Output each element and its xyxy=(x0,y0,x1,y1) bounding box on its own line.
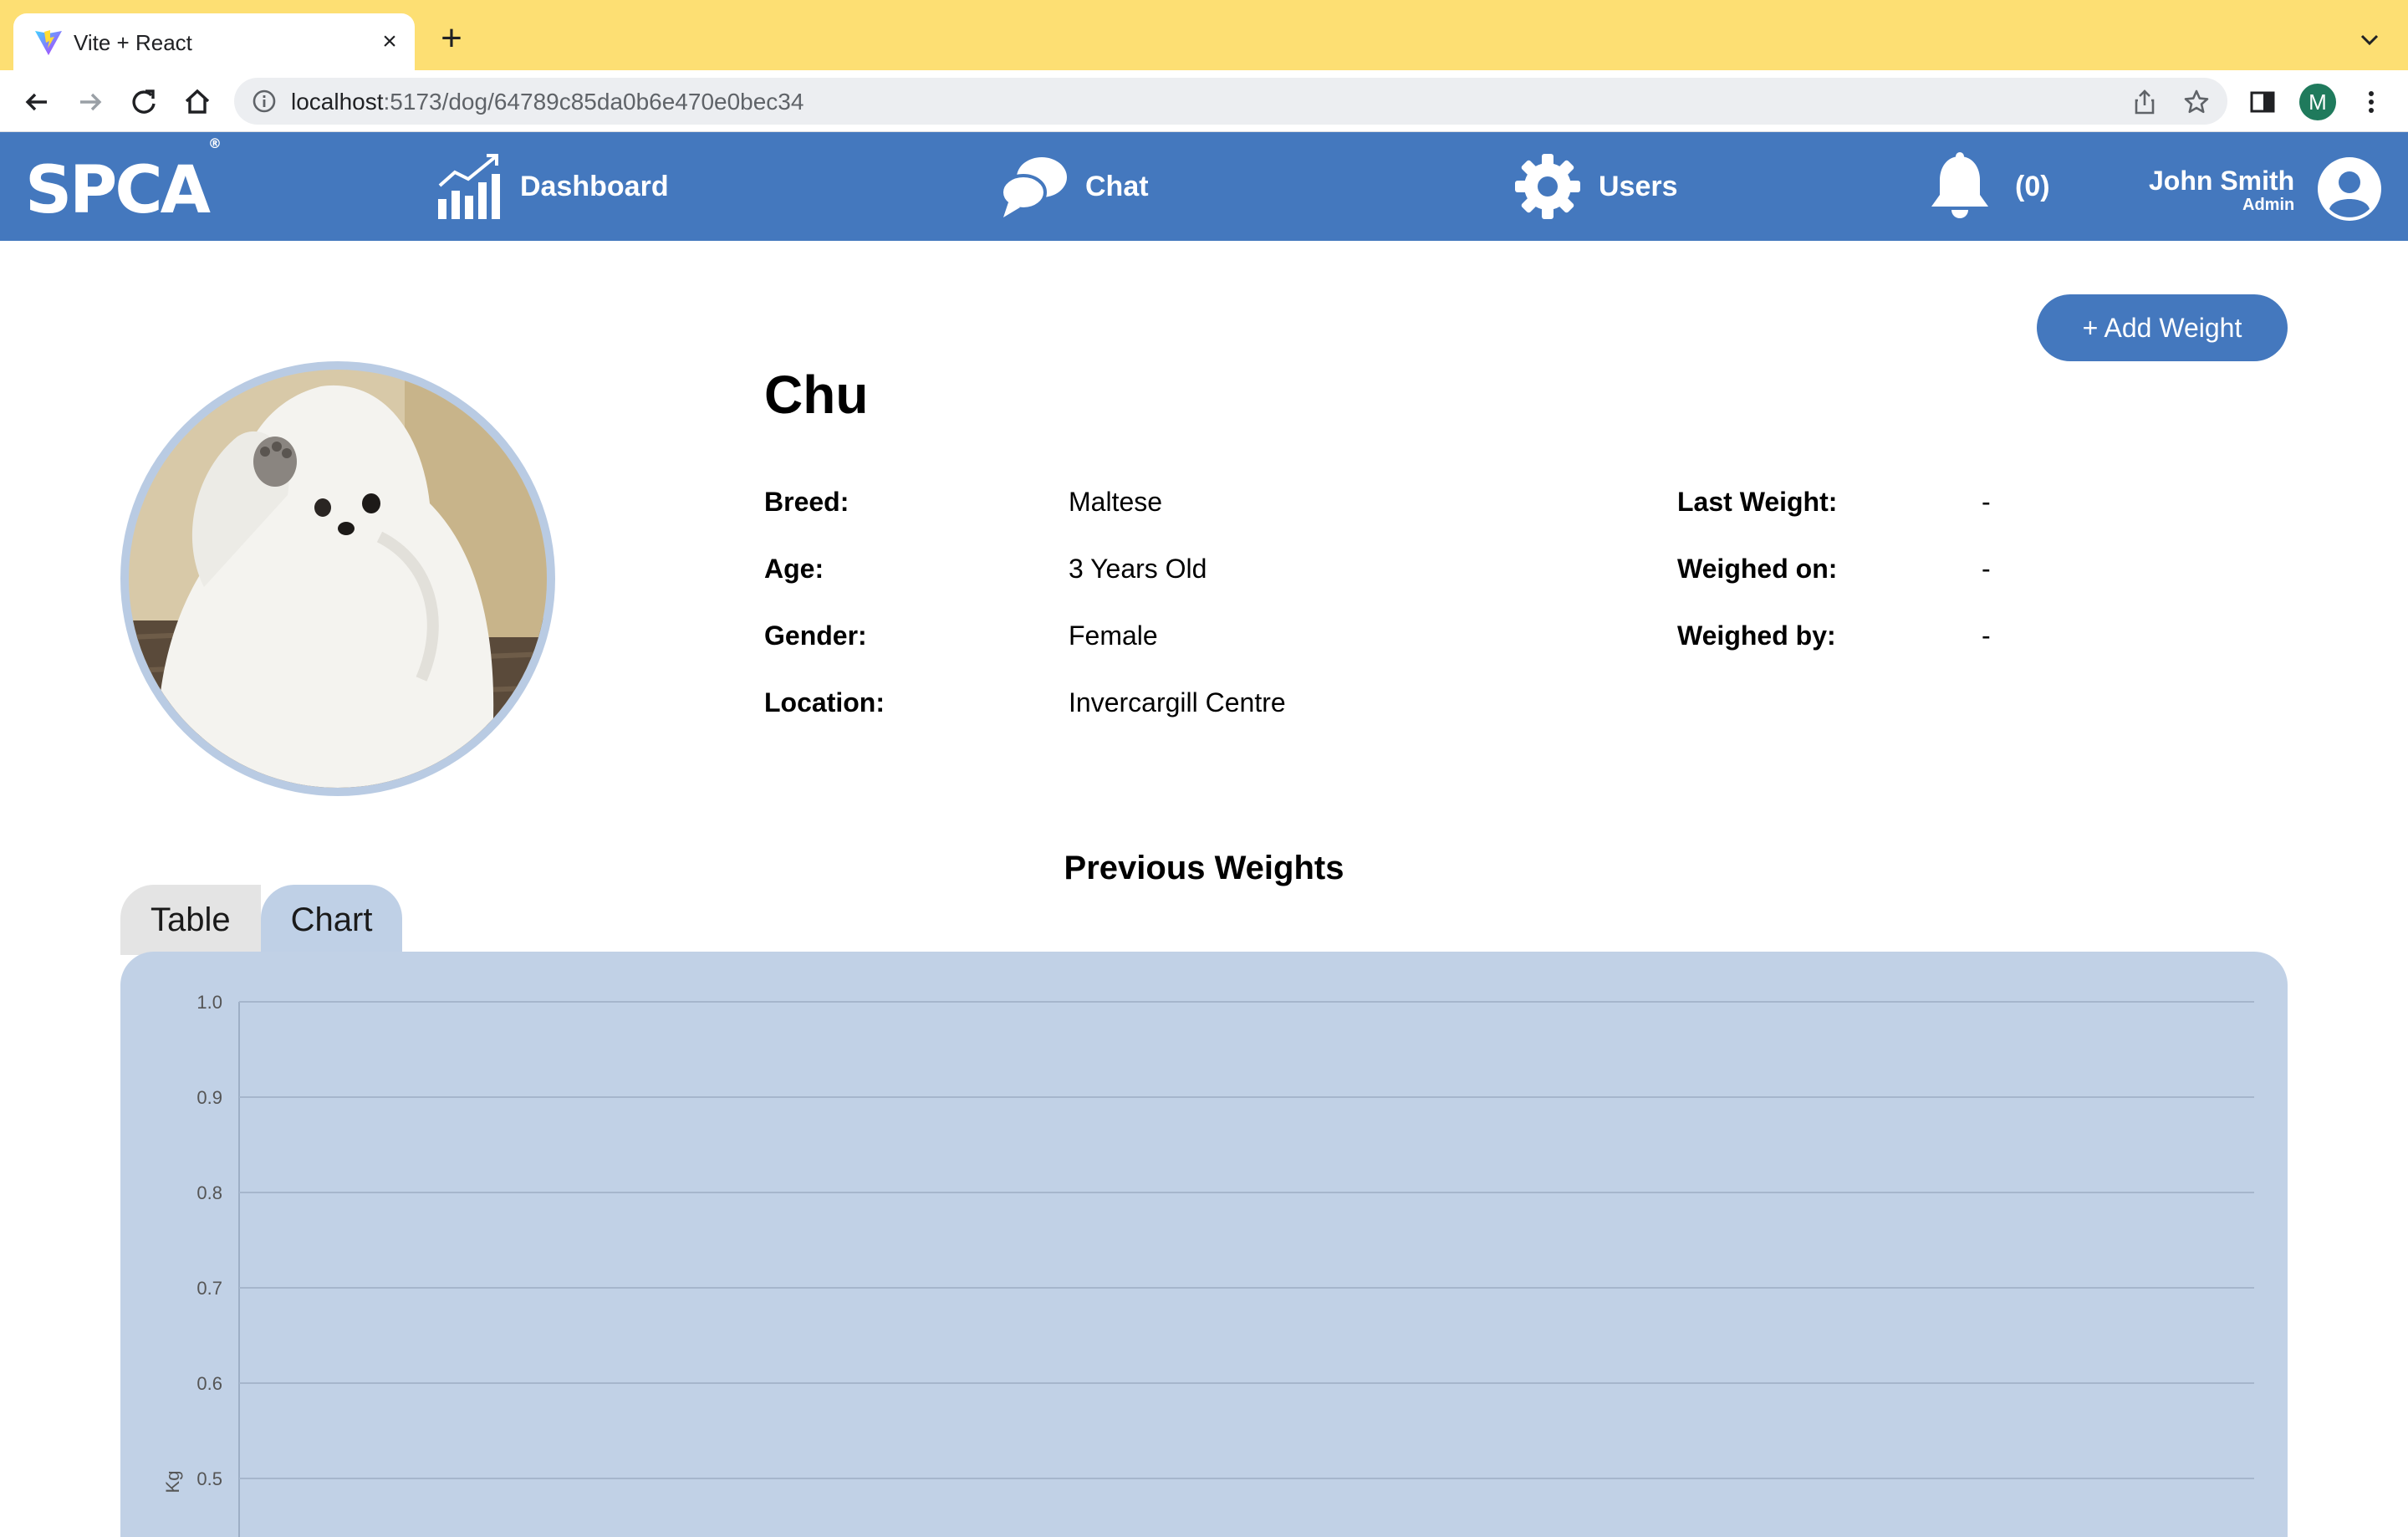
last-weight-label: Last Weight: xyxy=(1677,487,1838,517)
previous-weights-title: Previous Weights xyxy=(1064,850,1344,886)
breed-label: Breed: xyxy=(764,487,849,517)
spca-logo[interactable]: SPCA® xyxy=(25,135,222,226)
y-tick-label: 0.6 xyxy=(196,1373,222,1394)
weights-view-tabs: Table Chart xyxy=(120,885,403,955)
nav-chat-label: Chat xyxy=(1085,170,1149,202)
user-name: John Smith xyxy=(2149,166,2295,196)
share-icon[interactable] xyxy=(2130,88,2159,116)
location-label: Location: xyxy=(764,687,885,717)
dog-name: Chu xyxy=(764,365,869,425)
reload-icon[interactable] xyxy=(125,84,162,120)
close-tab-icon[interactable]: × xyxy=(375,27,405,57)
browser-tab-strip: Vite + React × + xyxy=(0,0,2408,70)
bar-chart-icon xyxy=(438,154,500,219)
nav-dashboard[interactable]: Dashboard xyxy=(435,149,669,224)
last-weight-value: - xyxy=(1982,487,1991,517)
url-text: localhost:5173/dog/64789c85da0b6e470e0be… xyxy=(291,89,804,115)
home-icon[interactable] xyxy=(179,84,216,120)
gear-icon xyxy=(1515,154,1580,219)
nav-chat[interactable]: Chat xyxy=(1000,149,1149,224)
weights-chart-panel: 1.0 0.9 0.8 0.7 0.6 0.5 Kg xyxy=(120,952,2288,1537)
age-value: 3 Years Old xyxy=(1069,554,1207,584)
forward-arrow-icon[interactable] xyxy=(72,84,109,120)
chat-bubbles-icon xyxy=(1000,157,1067,217)
y-axis-label: Kg xyxy=(162,1471,183,1494)
age-label: Age: xyxy=(764,554,824,584)
side-panel-icon[interactable] xyxy=(2247,87,2278,117)
user-role: Admin xyxy=(2242,196,2295,214)
nav-users[interactable]: Users xyxy=(1513,149,1678,224)
dog-photo xyxy=(129,370,547,788)
nav-notifications[interactable]: (0) xyxy=(1925,149,2050,224)
kebab-menu-icon[interactable] xyxy=(2356,87,2386,117)
y-tick-label: 0.9 xyxy=(196,1087,222,1108)
gender-value: Female xyxy=(1069,620,1158,651)
nav-dashboard-label: Dashboard xyxy=(520,170,669,202)
weighed-on-label: Weighed on: xyxy=(1677,554,1838,584)
y-tick-label: 0.8 xyxy=(196,1182,222,1203)
gender-label: Gender: xyxy=(764,620,867,651)
weighed-on-value: - xyxy=(1982,554,1991,584)
notification-count: (0) xyxy=(2015,170,2050,202)
back-arrow-icon[interactable] xyxy=(18,84,55,120)
location-value: Invercargill Centre xyxy=(1069,687,1286,717)
y-tick-label: 0.5 xyxy=(196,1468,222,1489)
current-user[interactable]: John Smith Admin xyxy=(2149,166,2294,214)
app-header: SPCA® Dashboard Chat Users (0) John Smit… xyxy=(0,132,2408,241)
bell-icon xyxy=(1931,152,1988,218)
profile-avatar[interactable]: M xyxy=(2299,84,2336,120)
dog-photo-frame xyxy=(120,361,555,796)
new-tab-icon[interactable]: + xyxy=(433,20,470,59)
browser-tab[interactable]: Vite + React × xyxy=(13,13,415,70)
y-tick-label: 0.7 xyxy=(196,1278,222,1299)
weights-chart: 1.0 0.9 0.8 0.7 0.6 0.5 Kg xyxy=(162,992,2254,1537)
address-bar[interactable]: localhost:5173/dog/64789c85da0b6e470e0be… xyxy=(234,78,2227,125)
tab-chart[interactable]: Chart xyxy=(260,885,403,955)
browser-tab-title: Vite + React xyxy=(74,30,192,55)
tab-table[interactable]: Table xyxy=(120,885,261,955)
user-avatar-icon[interactable] xyxy=(2318,157,2381,221)
vite-favicon-icon xyxy=(35,30,62,55)
browser-toolbar: localhost:5173/dog/64789c85da0b6e470e0be… xyxy=(0,70,2408,132)
bookmark-star-icon[interactable] xyxy=(2182,88,2211,116)
site-info-icon[interactable] xyxy=(251,88,278,115)
weighed-by-label: Weighed by: xyxy=(1677,620,1836,651)
weighed-by-value: - xyxy=(1982,620,1991,651)
y-tick-label: 1.0 xyxy=(196,992,222,1013)
tab-search-chevron-icon[interactable] xyxy=(2354,25,2385,55)
breed-value: Maltese xyxy=(1069,487,1163,517)
add-weight-button[interactable]: + Add Weight xyxy=(2037,294,2288,361)
nav-users-label: Users xyxy=(1599,170,1678,202)
